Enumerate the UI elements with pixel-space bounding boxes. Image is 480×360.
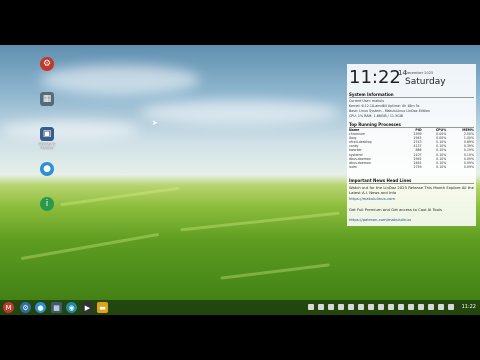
desktop-icon-theme[interactable]: ▦ xyxy=(36,92,58,107)
sky-cloud xyxy=(40,65,200,95)
taskbar-app-browser[interactable]: ● xyxy=(35,302,46,313)
tray-clipboard-icon[interactable] xyxy=(328,304,334,310)
mouse-cursor-icon: ➤ xyxy=(152,119,158,127)
desktop-icon-help[interactable]: i xyxy=(36,197,58,212)
clock-weekday: Saturday xyxy=(405,77,446,87)
sys-line: Current User: makulu xyxy=(349,99,385,103)
tray-wifi-icon[interactable] xyxy=(378,304,384,310)
sky-cloud xyxy=(140,100,340,125)
tray-bluetooth-icon[interactable] xyxy=(338,304,344,310)
divider xyxy=(349,183,474,184)
globe-icon: ● xyxy=(40,162,54,176)
grass-streak xyxy=(20,232,160,261)
info-icon: i xyxy=(40,197,54,211)
terminal-icon: ▶ xyxy=(84,303,91,312)
desktop-icon-settings[interactable]: ⚙ xyxy=(36,57,58,72)
taskbar-app-terminal[interactable]: ▶ xyxy=(82,302,93,313)
clock-month: December 2025 xyxy=(405,71,434,75)
news-link[interactable]: https://patreon.com/makululinux xyxy=(349,217,474,222)
tray-lock-icon[interactable] xyxy=(428,304,434,310)
news-item: Watch out for the LinDoz 2025 Release Th… xyxy=(349,185,474,195)
settings-icon: ⚙ xyxy=(40,57,54,71)
sys-line: CPU: 1% RAM: 1.68GiB / 11.5GiB xyxy=(349,114,403,118)
sys-line: Base: Linux System - MakuluLinux LinDoz … xyxy=(349,109,430,113)
globe-icon: ● xyxy=(37,303,44,312)
theme-icon: ▦ xyxy=(40,92,54,106)
tray-menu-icon[interactable] xyxy=(448,304,454,310)
taskbar-app-files[interactable]: ▦ xyxy=(51,302,62,313)
desktop-icon-label: Display & Monitor xyxy=(38,142,56,150)
folder-icon: ▬ xyxy=(99,303,106,312)
taskbar-clock[interactable]: 11:22 xyxy=(462,304,476,310)
proc-mem: 0.09% xyxy=(463,164,474,169)
sys-line: Kernel: 6.12.10-amd64 Uptime: 0h 18m 5s xyxy=(349,104,420,108)
news-link[interactable]: https://makululinux.com xyxy=(349,196,474,201)
proc-cpu: 0.10% xyxy=(436,164,447,169)
tray-printer-icon[interactable] xyxy=(358,304,364,310)
tray-network-icon[interactable] xyxy=(318,304,324,310)
taskbar-app-settings[interactable]: ⚙ xyxy=(20,302,31,313)
grass-streak xyxy=(220,263,330,280)
taskbar-app-software[interactable]: ◉ xyxy=(66,302,77,313)
tray-keyboard-icon[interactable] xyxy=(348,304,354,310)
desktop-icon-browser[interactable]: ● xyxy=(36,162,58,177)
makulu-logo-icon: M xyxy=(5,303,12,312)
tray-update-icon[interactable] xyxy=(308,304,314,310)
process-table: Name PID CPU% MEM% chromium 2399 0.00% 2.50… xyxy=(349,128,474,169)
tray-battery-icon[interactable] xyxy=(368,304,374,310)
tray-volume-icon[interactable] xyxy=(388,304,394,310)
monitor-icon: ▣ xyxy=(40,127,54,141)
desktop-icon-display[interactable]: ▣ Display & Monitor xyxy=(36,127,58,150)
tray-notification-icon[interactable] xyxy=(398,304,404,310)
grass-streak xyxy=(180,211,340,232)
tray-user-icon[interactable] xyxy=(418,304,424,310)
process-row: lxdm 2759 0.10% 0.09% xyxy=(349,165,474,169)
divider xyxy=(349,97,474,98)
tray-display-icon[interactable] xyxy=(438,304,444,310)
proc-pid: 2759 xyxy=(413,164,422,169)
taskbar: M ⚙ ● ▦ ◉ ▶ ▬ 11:22 xyxy=(0,300,480,315)
proc-name: lxdm xyxy=(349,164,357,169)
store-icon: ◉ xyxy=(68,303,75,312)
sky-cloud xyxy=(0,120,140,140)
settings-icon: ⚙ xyxy=(22,303,29,312)
start-menu-button[interactable]: M xyxy=(3,302,14,313)
news-item: Get Full Premium and Get access to Cool … xyxy=(349,207,442,212)
grid-icon: ▦ xyxy=(53,303,60,312)
taskbar-app-folder[interactable]: ▬ xyxy=(97,302,108,313)
grass-streak xyxy=(60,186,180,207)
system-info-widget: 11:22 14 December 2025 Saturday System I… xyxy=(347,64,476,226)
clock-time: 11:22 xyxy=(349,67,401,88)
tray-power-icon[interactable] xyxy=(408,304,414,310)
